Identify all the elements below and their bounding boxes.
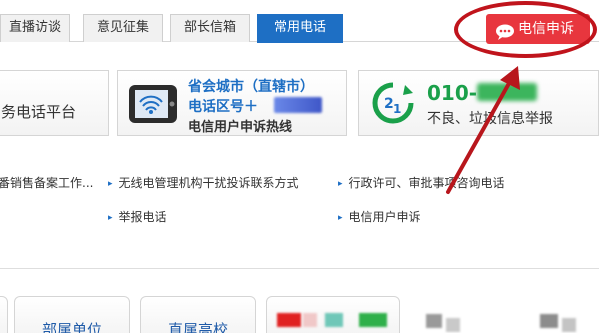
complaint-hotline-card[interactable]: 省会城市（直辖市） 电话区号＋ 电信用户申诉热线 xyxy=(117,70,347,136)
redacted-area xyxy=(562,318,576,332)
bottom-card-label: 直属高校 xyxy=(167,321,228,333)
telecom-complaint-button[interactable]: 电信申诉 xyxy=(486,14,590,44)
section-divider xyxy=(0,268,599,269)
bottom-card-affiliated-units[interactable]: 部属单位 xyxy=(14,296,130,333)
redacted-area xyxy=(274,97,322,113)
tab-opinion-collection[interactable]: 意见征集 xyxy=(83,14,163,42)
link-sales-filing[interactable]: 番销售备案工作... xyxy=(0,174,93,191)
card-label: 务电话平台 xyxy=(1,103,77,121)
color-block xyxy=(325,313,343,327)
color-block xyxy=(303,313,317,327)
link-report-phone[interactable]: ▸ 举报电话 xyxy=(108,208,167,225)
mobile-phone-icon xyxy=(128,82,178,126)
bullet-icon: ▸ xyxy=(108,213,113,223)
bottom-card-colored[interactable] xyxy=(266,296,400,333)
service-phone-platform-card[interactable]: 务电话平台 xyxy=(0,70,109,136)
tab-common-phones[interactable]: 常用电话 xyxy=(257,14,343,43)
complaint-button-label: 电信申诉 xyxy=(518,21,574,37)
bottom-card-partial[interactable] xyxy=(0,296,8,333)
spam-report-card[interactable]: 2 1 010- 不良、垃圾信息举报 xyxy=(358,70,599,136)
color-block xyxy=(359,313,387,327)
report-phone-number: 010- xyxy=(427,81,478,105)
link-admin-licensing[interactable]: ▸ 行政许可、审批事项咨询电话 xyxy=(338,174,505,191)
color-block xyxy=(277,313,301,327)
redacted-area xyxy=(540,314,558,328)
bottom-card-label: 部属单位 xyxy=(41,321,102,333)
bullet-icon: ▸ xyxy=(338,179,343,189)
svg-text:1: 1 xyxy=(393,102,401,116)
redacted-area xyxy=(426,314,442,328)
link-radio-interference[interactable]: ▸ 无线电管理机构干扰投诉联系方式 xyxy=(108,174,299,191)
card-line-1: 省会城市（直辖市） xyxy=(188,79,314,95)
bullet-icon: ▸ xyxy=(338,213,343,223)
bullet-icon: ▸ xyxy=(108,179,113,189)
green-circle-icon: 2 1 xyxy=(371,81,415,125)
card-subtitle: 不良、垃圾信息举报 xyxy=(427,111,553,127)
card-line-2: 电话区号＋ xyxy=(188,99,258,115)
speech-bubble-icon xyxy=(495,21,515,51)
redacted-area xyxy=(446,318,460,332)
tab-minister-mailbox[interactable]: 部长信箱 xyxy=(170,14,250,42)
redacted-area xyxy=(477,83,537,101)
link-telecom-complaint[interactable]: ▸ 电信用户申诉 xyxy=(338,208,421,225)
tab-live-interview[interactable]: 直播访谈 xyxy=(0,14,70,42)
bottom-card-direct-universities[interactable]: 直属高校 xyxy=(140,296,256,333)
card-line-3: 电信用户申诉热线 xyxy=(188,120,293,135)
